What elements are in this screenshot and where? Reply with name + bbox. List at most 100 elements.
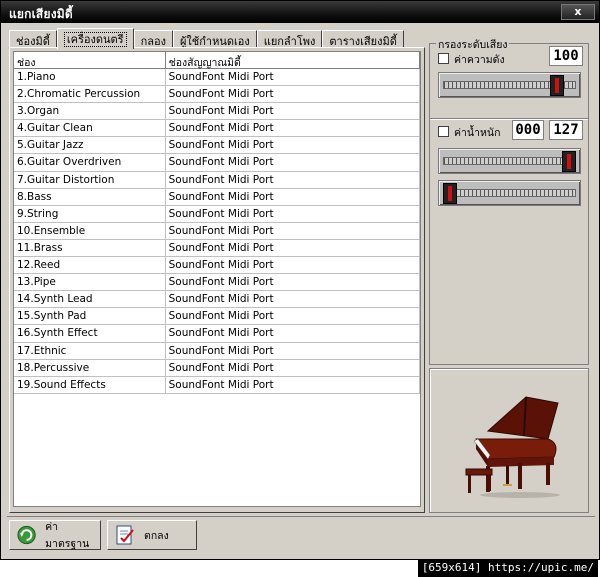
instrument-cell[interactable]: 4.Guitar Clean: [14, 120, 166, 137]
button-bar: ค่ามาตรฐาน ตกลง: [7, 516, 595, 554]
slider-thumb[interactable]: [562, 151, 576, 172]
weight-min-slider[interactable]: [438, 180, 581, 206]
tab-label: เครื่องดนตรี: [63, 32, 127, 47]
close-button[interactable]: x: [561, 4, 595, 20]
grand-piano-icon: [465, 396, 560, 498]
midi-split-window: แยกเสียงมิดี้ x ช่องมิดี้ เครื่องดนตรี ก…: [0, 0, 600, 560]
grid-body: 1.Piano SoundFont Midi Port 2.Chromatic Pe…: [14, 69, 420, 394]
midi-port-cell[interactable]: SoundFont Midi Port: [166, 188, 420, 205]
tab-user-defined[interactable]: ผู้ใช้กำหนดเอง: [172, 30, 257, 48]
table-row[interactable]: 16.Synth Effect SoundFont Midi Port: [14, 325, 420, 343]
slider-thumb[interactable]: [443, 183, 457, 204]
instruments-panel: ช่อง ช่องสัญญาณมิดี้ 1.Piano SoundFont Mi…: [9, 47, 425, 513]
instrument-cell[interactable]: 17.Ethnic: [14, 342, 166, 359]
table-row[interactable]: 3.Organ SoundFont Midi Port: [14, 103, 420, 121]
instrument-cell[interactable]: 18.Percussive: [14, 359, 166, 376]
table-row[interactable]: 14.Synth Lead SoundFont Midi Port: [14, 291, 420, 309]
slider-track: [443, 189, 576, 197]
loudness-checkbox[interactable]: [438, 53, 449, 64]
instrument-cell[interactable]: 6.Guitar Overdriven: [14, 154, 166, 171]
instrument-cell[interactable]: 2.Chromatic Percussion: [14, 86, 166, 103]
instrument-cell[interactable]: 19.Sound Effects: [14, 376, 166, 393]
midi-port-cell[interactable]: SoundFont Midi Port: [166, 137, 420, 154]
instrument-picture-panel: [429, 368, 589, 513]
table-row[interactable]: 15.Synth Pad SoundFont Midi Port: [14, 308, 420, 326]
table-row[interactable]: 4.Guitar Clean SoundFont Midi Port: [14, 120, 420, 138]
midi-port-cell[interactable]: SoundFont Midi Port: [166, 274, 420, 291]
instrument-cell[interactable]: 1.Piano: [14, 69, 166, 86]
midi-port-cell[interactable]: SoundFont Midi Port: [166, 222, 420, 239]
tab-drums[interactable]: กลอง: [133, 30, 173, 48]
table-row[interactable]: 13.Pipe SoundFont Midi Port: [14, 274, 420, 292]
instrument-cell[interactable]: 3.Organ: [14, 103, 166, 120]
midi-port-cell[interactable]: SoundFont Midi Port: [166, 103, 420, 120]
instrument-cell[interactable]: 12.Reed: [14, 257, 166, 274]
instrument-cell[interactable]: 14.Synth Lead: [14, 291, 166, 308]
instrument-cell[interactable]: 10.Ensemble: [14, 222, 166, 239]
close-icon: x: [574, 5, 582, 18]
level-filter-group: กรองระดับเสียง ค่าความดัง 100 ค่าน้ำหนัก…: [429, 36, 589, 365]
midi-port-cell[interactable]: SoundFont Midi Port: [166, 376, 420, 393]
slider-thumb[interactable]: [550, 75, 564, 96]
instrument-cell[interactable]: 15.Synth Pad: [14, 308, 166, 325]
midi-port-cell[interactable]: SoundFont Midi Port: [166, 325, 420, 342]
table-row[interactable]: 6.Guitar Overdriven SoundFont Midi Port: [14, 154, 420, 172]
tab-strip: ช่องมิดี้ เครื่องดนตรี กลอง ผู้ใช้กำหนดเ…: [9, 28, 404, 49]
weight-max-slider[interactable]: [438, 148, 581, 174]
table-row[interactable]: 2.Chromatic Percussion SoundFont Midi Por…: [14, 86, 420, 104]
column-header-channel[interactable]: ช่อง: [14, 52, 166, 69]
window-title: แยกเสียงมิดี้: [9, 7, 73, 21]
table-row[interactable]: 1.Piano SoundFont Midi Port: [14, 69, 420, 87]
tab-speaker-split[interactable]: แยกลำโพง: [256, 30, 323, 48]
table-row[interactable]: 18.Percussive SoundFont Midi Port: [14, 359, 420, 377]
slider-track: [443, 157, 576, 165]
grid-header: ช่อง ช่องสัญญาณมิดี้: [14, 52, 420, 69]
table-row[interactable]: 19.Sound Effects SoundFont Midi Port: [14, 376, 420, 394]
midi-port-cell[interactable]: SoundFont Midi Port: [166, 86, 420, 103]
instrument-cell[interactable]: 5.Guitar Jazz: [14, 137, 166, 154]
table-row[interactable]: 7.Guitar Distortion SoundFont Midi Port: [14, 171, 420, 189]
loudness-value: 100: [549, 46, 583, 66]
midi-port-cell[interactable]: SoundFont Midi Port: [166, 257, 420, 274]
image-host-watermark: [659x614] https://upic.me/: [417, 560, 598, 577]
instrument-cell[interactable]: 11.Brass: [14, 239, 166, 257]
midi-port-cell[interactable]: SoundFont Midi Port: [166, 171, 420, 188]
document-check-icon: [116, 525, 134, 545]
instrument-cell[interactable]: 13.Pipe: [14, 274, 166, 291]
table-row[interactable]: 9.String SoundFont Midi Port: [14, 205, 420, 223]
midi-port-cell[interactable]: SoundFont Midi Port: [166, 359, 420, 376]
weight-min-value: 000: [512, 120, 544, 140]
loudness-slider[interactable]: [438, 72, 581, 98]
loudness-label: ค่าความดัง: [454, 54, 505, 66]
table-row[interactable]: 11.Brass SoundFont Midi Port: [14, 239, 420, 258]
table-row[interactable]: 8.Bass SoundFont Midi Port: [14, 188, 420, 206]
refresh-icon: [17, 525, 36, 545]
midi-port-cell[interactable]: SoundFont Midi Port: [166, 154, 420, 171]
midi-port-cell[interactable]: SoundFont Midi Port: [166, 308, 420, 325]
midi-port-cell[interactable]: SoundFont Midi Port: [166, 239, 420, 257]
table-row[interactable]: 10.Ensemble SoundFont Midi Port: [14, 222, 420, 240]
instrument-cell[interactable]: 7.Guitar Distortion: [14, 171, 166, 188]
default-button-label: ค่ามาตรฐาน: [45, 521, 90, 550]
default-button[interactable]: ค่ามาตรฐาน: [9, 520, 101, 550]
weight-max-value: 127: [549, 120, 583, 140]
midi-port-cell[interactable]: SoundFont Midi Port: [166, 342, 420, 359]
tab-instruments[interactable]: เครื่องดนตรี: [56, 28, 134, 49]
tab-midi-table[interactable]: ตารางเสียงมิดี้: [322, 30, 404, 48]
instrument-cell[interactable]: 9.String: [14, 205, 166, 222]
tab-midi-channel[interactable]: ช่องมิดี้: [9, 30, 57, 48]
column-header-midi-port[interactable]: ช่องสัญญาณมิดี้: [166, 52, 420, 69]
midi-port-cell[interactable]: SoundFont Midi Port: [166, 120, 420, 137]
ok-button[interactable]: ตกลง: [107, 520, 197, 550]
weight-label: ค่าน้ำหนัก: [454, 127, 501, 139]
instrument-cell[interactable]: 16.Synth Effect: [14, 325, 166, 342]
table-row[interactable]: 5.Guitar Jazz SoundFont Midi Port: [14, 137, 420, 155]
instrument-grid[interactable]: ช่อง ช่องสัญญาณมิดี้ 1.Piano SoundFont Mi…: [13, 51, 421, 507]
midi-port-cell[interactable]: SoundFont Midi Port: [166, 205, 420, 222]
midi-port-cell[interactable]: SoundFont Midi Port: [166, 291, 420, 308]
instrument-cell[interactable]: 8.Bass: [14, 188, 166, 205]
weight-checkbox[interactable]: [438, 126, 449, 137]
table-row[interactable]: 12.Reed SoundFont Midi Port: [14, 257, 420, 275]
midi-port-cell[interactable]: SoundFont Midi Port: [166, 69, 420, 86]
table-row[interactable]: 17.Ethnic SoundFont Midi Port: [14, 342, 420, 360]
